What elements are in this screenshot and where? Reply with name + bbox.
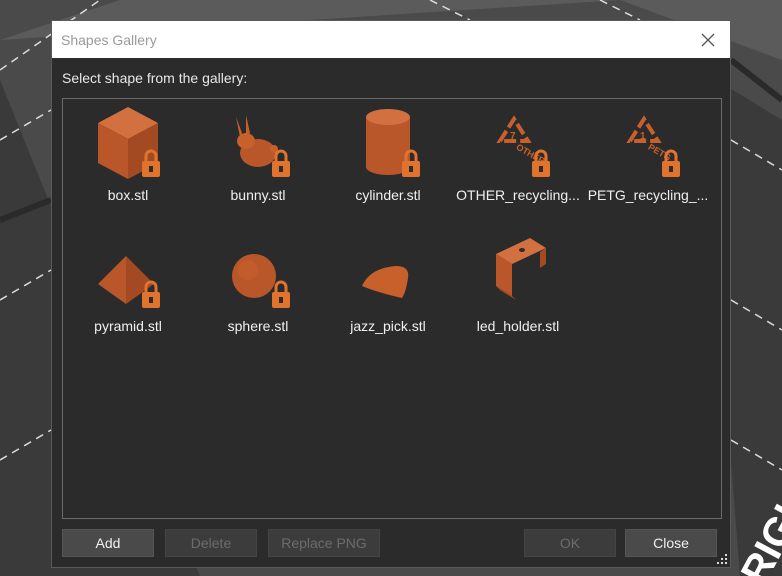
gallery-item-label: sphere.stl [227, 318, 289, 334]
cylinder-shape-icon [366, 109, 420, 177]
box-shape-icon [98, 107, 160, 179]
dialog-title: Shapes Gallery [61, 32, 157, 48]
sphere-shape-icon [232, 254, 290, 308]
close-button[interactable]: Close [625, 529, 717, 557]
resize-grip-icon[interactable] [716, 553, 728, 565]
pyramid-shape-icon [98, 256, 160, 308]
gallery-item-pyramid[interactable]: pyramid.stl [63, 234, 193, 344]
jazz-pick-shape-icon [362, 266, 409, 298]
gallery-prompt: Select shape from the gallery: [62, 70, 248, 86]
gallery-item-sphere[interactable]: sphere.stl [193, 234, 323, 344]
title-bar: Shapes Gallery [52, 21, 730, 58]
replace-png-button[interactable]: Replace PNG [268, 529, 380, 557]
ok-button[interactable]: OK [524, 529, 616, 557]
gallery-item-label: OTHER_recycling... [456, 187, 580, 203]
gallery-item-label: bunny.stl [230, 187, 286, 203]
gallery-item-bunny[interactable]: bunny.stl [193, 103, 323, 213]
led-holder-shape-icon [496, 238, 546, 300]
shapes-gallery-list[interactable]: box.stl bunny.stl cylinder.stl 7 OTHER O… [62, 98, 722, 519]
other-recycling-shape-icon: 7 OTHER [496, 115, 550, 177]
lock-icon [272, 280, 290, 308]
gallery-item-label: pyramid.stl [94, 318, 162, 334]
gallery-item-other-recycling[interactable]: 7 OTHER OTHER_recycling... [453, 103, 583, 213]
bunny-shape-icon [236, 115, 290, 177]
gallery-item-jazz-pick[interactable]: jazz_pick.stl [323, 234, 453, 344]
lock-icon [272, 149, 290, 177]
close-icon[interactable] [686, 21, 730, 58]
gallery-item-petg-recycling[interactable]: 1 PETG PETG_recycling_... [583, 103, 713, 213]
gallery-item-label: box.stl [107, 187, 149, 203]
delete-button[interactable]: Delete [165, 529, 257, 557]
shapes-gallery-dialog: Shapes Gallery Select shape from the gal… [51, 20, 731, 568]
gallery-item-cylinder[interactable]: cylinder.stl [323, 103, 453, 213]
add-button[interactable]: Add [62, 529, 154, 557]
gallery-item-label: cylinder.stl [355, 187, 421, 203]
gallery-item-label: PETG_recycling_... [587, 187, 709, 203]
svg-text:7: 7 [510, 131, 516, 142]
gallery-item-label: jazz_pick.stl [350, 318, 426, 334]
gallery-item-led-holder[interactable]: led_holder.stl [453, 234, 583, 344]
gallery-item-box[interactable]: box.stl [63, 103, 193, 213]
lock-icon [402, 149, 420, 177]
svg-text:1: 1 [640, 131, 646, 142]
petg-recycling-shape-icon: 1 PETG [626, 115, 680, 177]
gallery-item-label: led_holder.stl [476, 318, 560, 334]
